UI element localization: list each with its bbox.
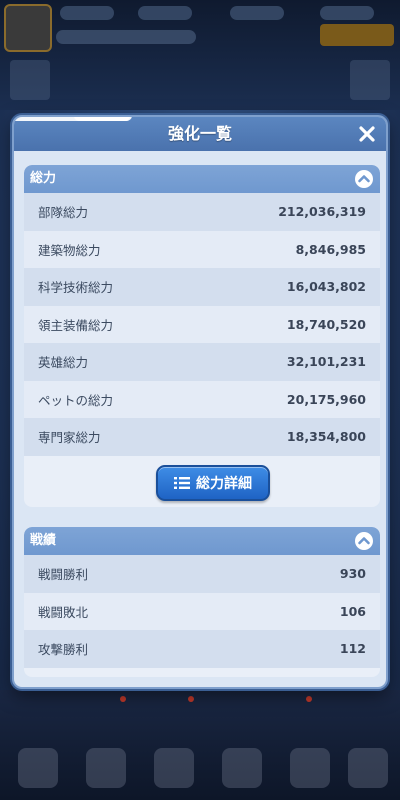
row-value: 18,740,520 [286, 316, 366, 332]
power-row-heroes: 英雄総力 32,101,231 [24, 343, 380, 381]
row-value: 18,354,800 [286, 429, 366, 445]
notification-dot [306, 696, 312, 702]
power-section-header[interactable]: 総力 [24, 165, 380, 193]
row-value: 212,036,319 [278, 204, 366, 220]
nav-icon [154, 748, 194, 788]
notification-dot [188, 696, 194, 702]
row-label: 英雄総力 [38, 355, 89, 371]
row-label: ペットの総力 [38, 392, 114, 408]
player-avatar [4, 4, 52, 52]
row-label: 専門家総力 [38, 430, 101, 446]
nav-icon [348, 748, 388, 788]
row-value: 8,846,985 [295, 241, 366, 257]
shop-banner [320, 24, 394, 46]
record-row-battle-wins: 戦闘勝利 930 [24, 555, 380, 593]
nav-icon [222, 748, 262, 788]
row-label: 攻撃勝利 [38, 642, 89, 658]
notification-dot [120, 696, 126, 702]
row-label: 科学技術総力 [38, 280, 114, 296]
record-section-header[interactable]: 戦績 [24, 527, 380, 555]
row-value: 20,175,960 [286, 391, 366, 407]
power-row-buildings: 建築物総力 8,846,985 [24, 230, 380, 268]
power-row-troops: 部隊総力 212,036,319 [24, 193, 380, 231]
nav-icon [86, 748, 126, 788]
close-icon [359, 126, 375, 142]
row-label: 領主装備総力 [38, 317, 114, 333]
row-value: 112 [339, 641, 366, 657]
row-label: 部隊総力 [38, 205, 89, 221]
chevron-up-icon [355, 170, 373, 188]
power-section-title: 総力 [30, 171, 57, 186]
row-value: 930 [339, 566, 366, 582]
nav-icon [290, 748, 330, 788]
resource-counter [138, 6, 192, 20]
resource-counter [320, 6, 374, 20]
side-icon [10, 60, 50, 100]
power-row-gear: 領主装備総力 18,740,520 [24, 305, 380, 343]
power-list: 部隊総力 212,036,319 建築物総力 8,846,985 科学技術総力 … [24, 193, 380, 456]
chevron-up-icon [355, 532, 373, 550]
row-value: 32,101,231 [286, 354, 366, 370]
record-row-attack-wins: 攻撃勝利 112 [24, 630, 380, 668]
row-label: 戦闘勝利 [38, 567, 89, 583]
top-resource-bar [0, 0, 400, 110]
bottom-nav-bar [0, 690, 400, 800]
record-section: 戦績 戦闘勝利 930 戦闘敗北 106 攻撃勝利 112 [24, 527, 380, 677]
record-section-title: 戦績 [30, 533, 57, 548]
nav-icon [18, 748, 58, 788]
row-value: 16,043,802 [286, 279, 366, 295]
alliance-bar [56, 30, 196, 44]
panel-title: 強化一覧 [167, 124, 232, 143]
row-value: 106 [339, 603, 366, 619]
list-icon [174, 477, 190, 489]
record-row-battle-losses: 戦闘敗北 106 [24, 592, 380, 630]
row-label: 戦闘敗北 [38, 604, 89, 620]
side-icon [350, 60, 390, 100]
record-list: 戦闘勝利 930 戦闘敗北 106 攻撃勝利 112 [24, 555, 380, 668]
power-row-experts: 専門家総力 18,354,800 [24, 418, 380, 456]
power-detail-label: 総力詳細 [196, 476, 252, 492]
power-row-research: 科学技術総力 16,043,802 [24, 268, 380, 306]
power-section: 総力 部隊総力 212,036,319 建築物総力 8,846,985 科学技術… [24, 165, 380, 507]
row-label: 建築物総力 [38, 242, 101, 258]
resource-counter [60, 6, 114, 20]
enhancement-overview-panel: 強化一覧 総力 部隊総力 212,036,319 建築物総力 8,846,985 [12, 115, 388, 689]
power-row-pets: ペットの総力 20,175,960 [24, 380, 380, 418]
panel-header: 強化一覧 [14, 117, 386, 151]
close-button[interactable] [354, 121, 380, 147]
power-detail-button[interactable]: 総力詳細 [156, 465, 270, 501]
resource-counter [230, 6, 284, 20]
